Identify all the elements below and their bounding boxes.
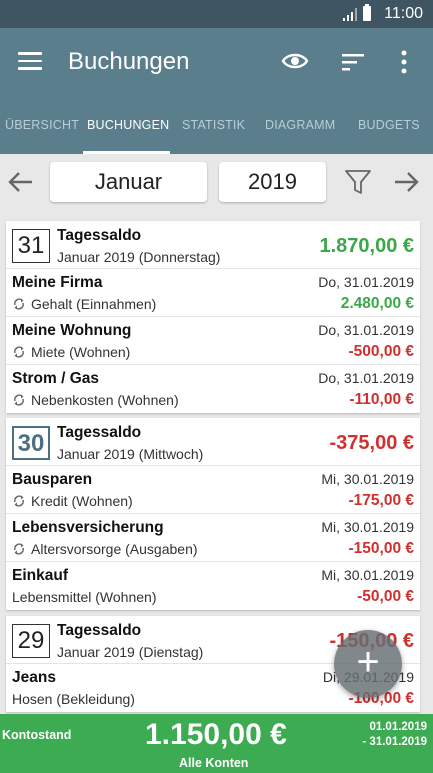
booking-entry[interactable]: Meine Firma Gehalt (Einnahmen) Do, 31.01… <box>6 269 420 317</box>
status-time: 11:00 <box>384 5 423 22</box>
date-selector: Januar 2019 <box>0 154 433 210</box>
entry-date: Mi, 30.01.2019 <box>321 567 414 583</box>
tab-bar: ÜBERSICHT BUCHUNGEN STATISTIK DIAGRAMM B… <box>0 116 433 154</box>
sort-icon[interactable] <box>342 53 364 71</box>
entry-date: Do, 31.01.2019 <box>318 274 414 290</box>
day-number: 31 <box>12 229 50 263</box>
entry-amount: -150,00 € <box>348 540 415 557</box>
entry-category: Altersvorsorge (Ausgaben) <box>12 541 198 557</box>
entry-category: Kredit (Wohnen) <box>12 493 133 509</box>
entry-category: Lebensmittel (Wohnen) <box>12 589 157 605</box>
tab-budgets[interactable]: BUDGETS <box>358 118 420 132</box>
tab-statistik[interactable]: STATISTIK <box>182 118 245 132</box>
signal-icon <box>343 8 357 21</box>
menu-icon[interactable] <box>18 52 42 70</box>
filter-icon[interactable] <box>344 168 372 196</box>
day-number: 29 <box>12 624 50 658</box>
entry-category: Miete (Wohnen) <box>12 344 130 360</box>
date-range-start: 01.01.2019 <box>369 721 427 733</box>
day-total: 1.870,00 € <box>319 235 414 257</box>
entry-amount: -50,00 € <box>357 588 414 605</box>
day-total: -375,00 € <box>329 432 414 454</box>
entry-date: Mi, 30.01.2019 <box>321 471 414 487</box>
entry-amount: -110,00 € <box>349 391 414 408</box>
entry-amount: -175,00 € <box>348 492 415 509</box>
add-booking-button[interactable]: + <box>334 630 402 698</box>
arrow-left-icon[interactable] <box>6 168 34 196</box>
entry-name: Strom / Gas <box>12 370 99 387</box>
entry-name: Meine Firma <box>12 274 103 291</box>
booking-entry[interactable]: Bausparen Kredit (Wohnen) Mi, 30.01.2019… <box>6 466 420 514</box>
day-summary-title: Tagessaldo <box>57 622 142 639</box>
entry-amount: 2.480,00 € <box>340 295 414 312</box>
entry-category-label: Nebenkosten (Wohnen) <box>31 392 179 408</box>
battery-icon <box>363 4 371 21</box>
day-summary[interactable]: 30 Tagessaldo Januar 2019 (Mittwoch) -37… <box>6 418 420 466</box>
entry-date: Do, 31.01.2019 <box>318 370 414 386</box>
tab-diagramm[interactable]: DIAGRAMM <box>265 118 335 132</box>
eye-icon[interactable] <box>281 50 309 72</box>
day-card: 30 Tagessaldo Januar 2019 (Mittwoch) -37… <box>6 418 420 610</box>
day-summary-title: Tagessaldo <box>57 227 142 244</box>
entry-name: Lebensversicherung <box>12 519 164 536</box>
day-summary-date: Januar 2019 (Dienstag) <box>57 644 204 660</box>
booking-entry[interactable]: Lebensversicherung Altersvorsorge (Ausga… <box>6 514 420 562</box>
repeat-icon <box>14 298 24 310</box>
balance-label: Kontostand <box>2 728 72 742</box>
arrow-right-icon[interactable] <box>393 168 421 196</box>
accounts-label: Alle Konten <box>179 756 249 770</box>
entry-name: Meine Wohnung <box>12 322 132 339</box>
entry-category-label: Miete (Wohnen) <box>31 344 131 360</box>
tab-buchungen[interactable]: BUCHUNGEN <box>87 118 169 132</box>
day-summary[interactable]: 31 Tagessaldo Januar 2019 (Donnerstag) 1… <box>6 221 420 269</box>
entry-date: Do, 31.01.2019 <box>318 322 414 338</box>
month-selector[interactable]: Januar <box>50 162 207 202</box>
entry-category-label: Kredit (Wohnen) <box>31 493 133 509</box>
day-card: 31 Tagessaldo Januar 2019 (Donnerstag) 1… <box>6 221 420 413</box>
entry-name: Jeans <box>12 669 56 686</box>
repeat-icon <box>14 495 24 507</box>
entry-name: Bausparen <box>12 471 93 488</box>
entry-name: Einkauf <box>12 567 68 584</box>
status-bar: 11:00 <box>0 0 433 28</box>
entry-date: Mi, 30.01.2019 <box>321 519 414 535</box>
date-range-end: - 31.01.2019 <box>362 736 427 748</box>
year-selector[interactable]: 2019 <box>219 162 326 202</box>
booking-entry[interactable]: Einkauf Lebensmittel (Wohnen) Mi, 30.01.… <box>6 562 420 610</box>
more-options-icon[interactable] <box>398 50 410 74</box>
repeat-icon <box>14 543 24 555</box>
booking-entry[interactable]: Meine Wohnung Miete (Wohnen) Do, 31.01.2… <box>6 317 420 365</box>
day-summary-date: Januar 2019 (Donnerstag) <box>57 249 221 265</box>
entry-amount: -500,00 € <box>348 343 415 360</box>
entry-category-label: Altersvorsorge (Ausgaben) <box>31 541 198 557</box>
day-summary-date: Januar 2019 (Mittwoch) <box>57 446 204 462</box>
entry-category: Gehalt (Einnahmen) <box>12 296 156 312</box>
day-number: 30 <box>12 426 50 460</box>
entry-category-label: Gehalt (Einnahmen) <box>31 296 157 312</box>
app-bar: Buchungen ÜBERSICHT BUCHUNGEN STATISTIK … <box>0 28 433 154</box>
balance-footer[interactable]: Kontostand 1.150,00 € Alle Konten 01.01.… <box>0 714 433 773</box>
repeat-icon <box>14 394 24 406</box>
balance-amount: 1.150,00 € <box>145 718 287 751</box>
tab-uebersicht[interactable]: ÜBERSICHT <box>5 118 79 132</box>
page-title: Buchungen <box>68 48 190 75</box>
day-summary-title: Tagessaldo <box>57 424 142 441</box>
entry-category: Nebenkosten (Wohnen) <box>12 392 179 408</box>
booking-entry[interactable]: Strom / Gas Nebenkosten (Wohnen) Do, 31.… <box>6 365 420 413</box>
entry-category: Hosen (Bekleidung) <box>12 691 135 707</box>
repeat-icon <box>14 346 24 358</box>
